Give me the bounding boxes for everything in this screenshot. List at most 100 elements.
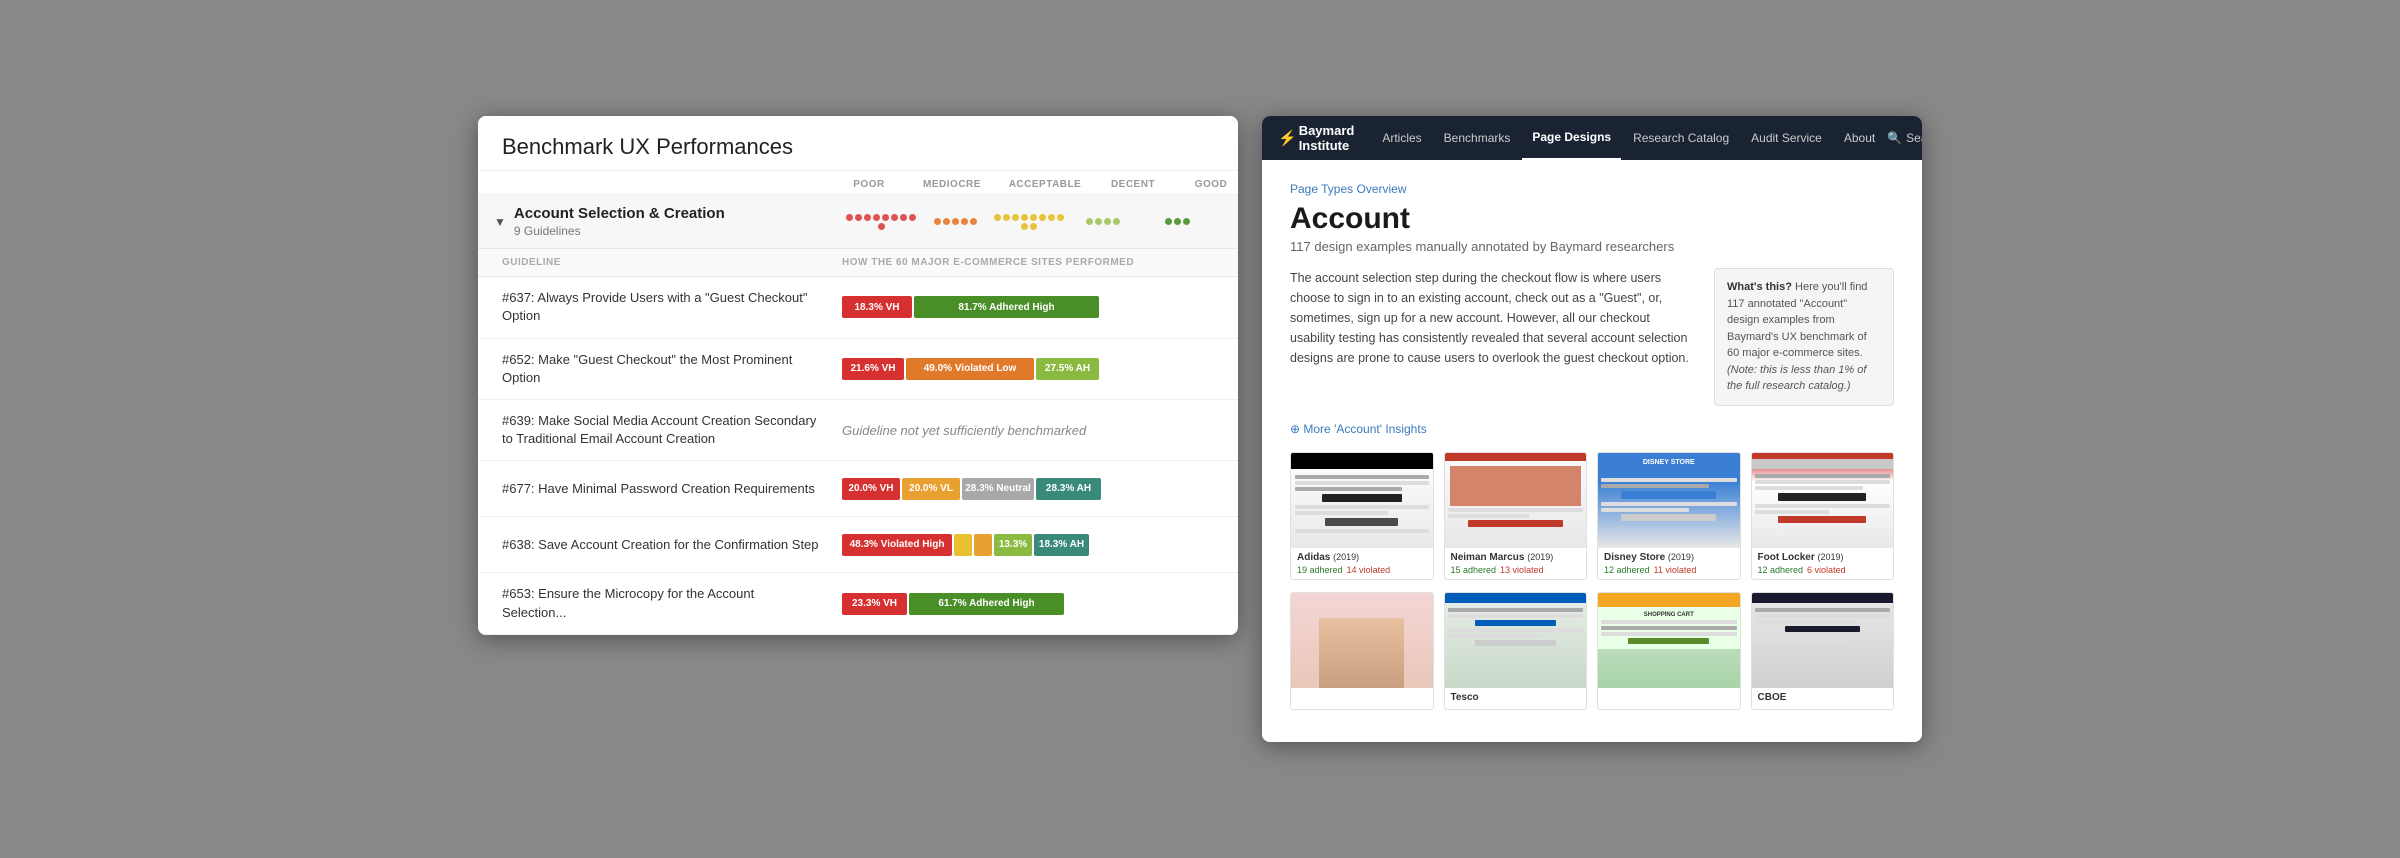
more-insights-link[interactable]: ⊕ More 'Account' Insights — [1290, 422, 1894, 436]
whats-this-title: What's this? — [1727, 281, 1792, 293]
search-icon: 🔍 — [1887, 131, 1902, 145]
card-meta: 15 adhered 13 violated — [1445, 565, 1587, 579]
dot — [1021, 223, 1028, 230]
image-card-cboe[interactable]: CBOE — [1751, 592, 1895, 710]
image-card-disney[interactable]: DISNEY STORE — [1597, 452, 1741, 580]
dot — [943, 218, 950, 225]
section-header[interactable]: ▼ Account Selection & Creation 9 Guideli… — [478, 195, 1238, 249]
nav-articles[interactable]: Articles — [1372, 116, 1431, 160]
guideline-text[interactable]: #637: Always Provide Users with a "Guest… — [502, 289, 842, 325]
th-performance: HOW THE 60 MAJOR E-COMMERCE SITES PERFOR… — [842, 257, 1134, 268]
dot — [970, 218, 977, 225]
dot — [934, 218, 941, 225]
dot — [961, 218, 968, 225]
nav-page-designs[interactable]: Page Designs — [1522, 116, 1621, 160]
col-mediocre: MEDIOCRE — [912, 179, 992, 190]
image-thumb-r2c1 — [1291, 593, 1433, 688]
card-label-cboe: CBOE — [1752, 688, 1894, 705]
bar-vh: 23.3% VH — [842, 593, 907, 615]
dot — [994, 214, 1001, 221]
image-thumb-tesco — [1445, 593, 1587, 688]
nav-research-catalog[interactable]: Research Catalog — [1623, 116, 1739, 160]
image-thumb-adidas — [1291, 453, 1433, 548]
left-header: Benchmark UX Performances — [478, 116, 1238, 171]
dot-cluster-poor — [846, 214, 916, 230]
bar-vh: 21.6% VH — [842, 358, 904, 380]
nav-audit-service[interactable]: Audit Service — [1741, 116, 1832, 160]
col-poor: POOR — [834, 179, 904, 190]
image-thumb-r2c3: SHOPPING CART — [1598, 593, 1740, 688]
nav-benchmarks[interactable]: Benchmarks — [1434, 116, 1521, 160]
image-card-r2c3[interactable]: SHOPPING CART — [1597, 592, 1741, 710]
nav-search[interactable]: 🔍 Search — [1887, 131, 1922, 145]
dot — [882, 214, 889, 221]
bar-adhered: 81.7% Adhered High — [914, 296, 1099, 318]
guideline-bars: 21.6% VH 49.0% Violated Low 27.5% AH — [842, 358, 1214, 380]
search-label: Search — [1906, 131, 1922, 145]
image-thumb-footlocker — [1752, 453, 1894, 548]
image-card-tesco[interactable]: Tesco — [1444, 592, 1588, 710]
card-meta: 12 adhered 11 violated — [1598, 565, 1740, 579]
logo: ⚡ Baymard Institute — [1278, 123, 1354, 153]
col-acceptable: ACCEPTABLE — [1000, 179, 1090, 190]
top-navigation: ⚡ Baymard Institute Articles Benchmarks … — [1262, 116, 1922, 160]
bar-neutral: 28.3% Neutral — [962, 478, 1034, 500]
card-meta — [1598, 694, 1740, 698]
image-card-adidas[interactable]: Adidas (2019) 19 adhered 14 violated — [1290, 452, 1434, 580]
dot — [846, 214, 853, 221]
image-grid-row2: Tesco SHOPPING CART — [1290, 592, 1894, 710]
dot — [1104, 218, 1111, 225]
image-card-neiman[interactable]: Neiman Marcus (2019) 15 adhered 13 viola… — [1444, 452, 1588, 580]
table-header: GUIDELINE HOW THE 60 MAJOR E-COMMERCE SI… — [478, 249, 1238, 277]
guideline-row: #638: Save Account Creation for the Conf… — [478, 517, 1238, 573]
dot — [1113, 218, 1120, 225]
guideline-text[interactable]: #677: Have Minimal Password Creation Req… — [502, 480, 842, 498]
image-card-footlocker[interactable]: Foot Locker (2019) 12 adhered 6 violated — [1751, 452, 1895, 580]
dot — [1048, 214, 1055, 221]
logo-text: Baymard Institute — [1299, 123, 1355, 153]
guideline-row: #639: Make Social Media Account Creation… — [478, 400, 1238, 461]
dot — [1174, 218, 1181, 225]
bar-vl: 20.0% VL — [902, 478, 960, 500]
guideline-text[interactable]: #639: Make Social Media Account Creation… — [502, 412, 842, 448]
dot-chart — [846, 214, 1222, 230]
card-label: Foot Locker (2019) — [1752, 548, 1894, 565]
dot — [900, 214, 907, 221]
page-description: The account selection step during the ch… — [1290, 268, 1698, 406]
guideline-bars: 23.3% VH 61.7% Adhered High — [842, 593, 1214, 615]
card-label-tesco: Tesco — [1445, 688, 1587, 705]
dot — [1012, 214, 1019, 221]
bar-lg: 13.3% — [994, 534, 1032, 556]
dot — [1057, 214, 1064, 221]
col-decent: DECENT — [1098, 179, 1168, 190]
guideline-text[interactable]: #638: Save Account Creation for the Conf… — [502, 536, 842, 554]
dot — [891, 214, 898, 221]
bar-ah: 27.5% AH — [1036, 358, 1099, 380]
bar-y — [954, 534, 972, 556]
card-meta: 19 adhered 14 violated — [1291, 565, 1433, 579]
bar-violated: 49.0% Violated Low — [906, 358, 1034, 380]
bar-vh: 48.3% Violated High — [842, 534, 952, 556]
th-guideline: GUIDELINE — [502, 257, 842, 268]
nav-about[interactable]: About — [1834, 116, 1885, 160]
bar-ah: 28.3% AH — [1036, 478, 1101, 500]
dot — [1086, 218, 1093, 225]
card-label: Neiman Marcus (2019) — [1445, 548, 1587, 565]
whats-this-box: What's this? Here you'll find 117 annota… — [1714, 268, 1894, 406]
dot — [878, 223, 885, 230]
breadcrumb[interactable]: Page Types Overview — [1290, 182, 1407, 196]
page-subtitle: 117 design examples manually annotated b… — [1290, 239, 1894, 254]
dot — [1183, 218, 1190, 225]
section-title: Account Selection & Creation — [514, 205, 846, 222]
guideline-text[interactable]: #652: Make "Guest Checkout" the Most Pro… — [502, 351, 842, 387]
section-toggle-icon[interactable]: ▼ — [494, 215, 506, 229]
dot — [952, 218, 959, 225]
whats-this-note: (Note: this is less than 1% of the full … — [1727, 364, 1866, 393]
guideline-bars: Guideline not yet sufficiently benchmark… — [842, 423, 1214, 438]
dot — [1165, 218, 1172, 225]
guideline-row: #652: Make "Guest Checkout" the Most Pro… — [478, 339, 1238, 400]
guideline-text[interactable]: #653: Ensure the Microcopy for the Accou… — [502, 585, 842, 621]
image-card-r2c1[interactable] — [1290, 592, 1434, 710]
right-content: Page Types Overview Account 117 design e… — [1262, 160, 1922, 742]
image-grid-row1: Adidas (2019) 19 adhered 14 violated — [1290, 452, 1894, 580]
